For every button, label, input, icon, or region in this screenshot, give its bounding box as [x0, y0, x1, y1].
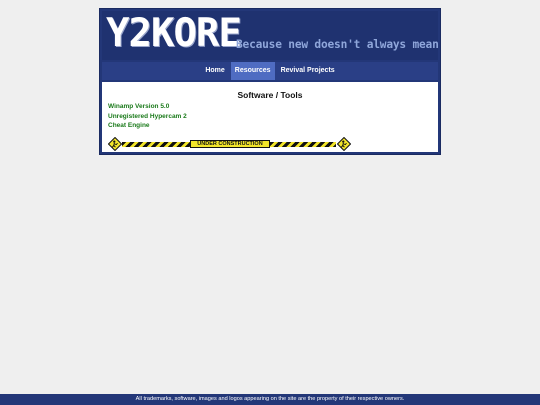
- site-tagline: Because new doesn't always mean good: [236, 38, 438, 51]
- site-container: Y2KORE Because new doesn't always mean g…: [99, 8, 441, 155]
- nav-item-resources[interactable]: Resources: [230, 62, 275, 80]
- page-title: Software / Tools: [237, 90, 303, 100]
- site-banner: Y2KORE Because new doesn't always mean g…: [102, 11, 438, 60]
- list-item: Winamp Version 5.0: [108, 102, 187, 112]
- link-cheat-engine[interactable]: Cheat Engine: [108, 122, 150, 129]
- nav-item-home[interactable]: Home: [201, 62, 228, 80]
- construction-worker-icon: [337, 137, 351, 151]
- under-construction-banner: UNDER CONSTRUCTION: [108, 137, 352, 151]
- link-hypercam[interactable]: Unregistered Hypercam 2: [108, 113, 187, 120]
- hazard-stripe-left: [122, 142, 190, 147]
- content-panel: Software / Tools Winamp Version 5.0 Unre…: [102, 82, 438, 152]
- software-link-list: Winamp Version 5.0 Unregistered Hypercam…: [108, 102, 187, 131]
- site-logo[interactable]: Y2KORE: [106, 12, 242, 56]
- hazard-stripe-right: [270, 142, 336, 147]
- site-footer: All trademarks, software, images and log…: [0, 394, 540, 405]
- list-item: Unregistered Hypercam 2: [108, 112, 187, 122]
- under-construction-label: UNDER CONSTRUCTION: [190, 140, 270, 148]
- nav-item-revival-projects[interactable]: Revival Projects: [277, 62, 339, 80]
- construction-worker-icon: [108, 137, 122, 151]
- list-item: Cheat Engine: [108, 121, 187, 131]
- link-winamp[interactable]: Winamp Version 5.0: [108, 103, 169, 110]
- main-nav: Home Resources Revival Projects: [102, 62, 438, 80]
